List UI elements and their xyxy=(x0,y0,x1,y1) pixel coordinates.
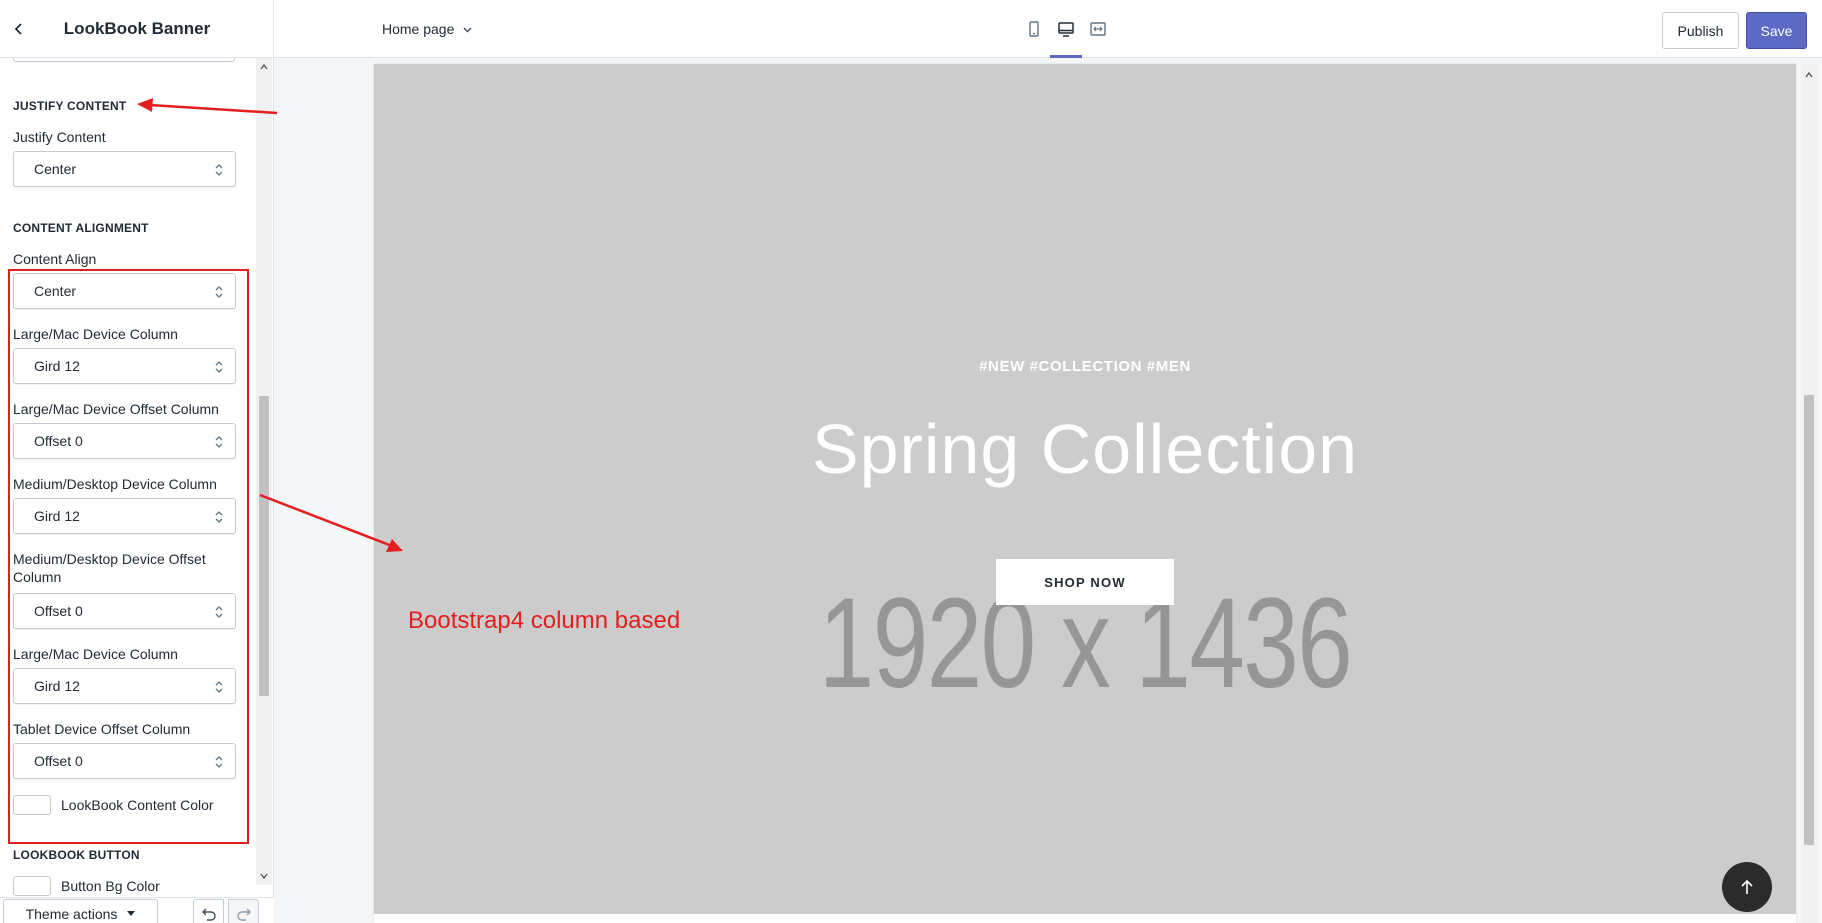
select-caret-icon xyxy=(215,286,223,298)
select-caret-icon xyxy=(215,511,223,523)
preview-frame: 1920 x 1436 #NEW #COLLECTION #MEN Spring… xyxy=(374,64,1796,923)
medium-column-value: Gird 12 xyxy=(34,508,80,524)
justify-content-select[interactable]: Center xyxy=(13,151,236,187)
undo-icon xyxy=(201,908,216,921)
caret-up-icon xyxy=(1805,71,1813,78)
shop-now-button[interactable]: SHOP NOW xyxy=(996,559,1174,605)
content-color-label: LookBook Content Color xyxy=(61,797,214,813)
button-bg-color-label: Button Bg Color xyxy=(61,878,160,894)
redo-icon xyxy=(236,908,251,921)
preview-scrollbar[interactable] xyxy=(1801,64,1817,923)
fullscreen-icon xyxy=(1090,22,1106,36)
content-color-row: LookBook Content Color xyxy=(13,795,214,815)
select-caret-icon xyxy=(215,436,223,448)
mobile-view-button[interactable] xyxy=(1018,0,1050,58)
previous-field-edge xyxy=(13,58,235,62)
justify-content-heading: JUSTIFY CONTENT xyxy=(13,99,127,113)
select-caret-icon xyxy=(215,606,223,618)
desktop-icon xyxy=(1058,22,1074,37)
theme-actions-label: Theme actions xyxy=(25,906,118,922)
sidebar-header: LookBook Banner xyxy=(0,0,274,58)
scroll-to-top-button[interactable] xyxy=(1722,862,1772,912)
lookbook-banner: 1920 x 1436 #NEW #COLLECTION #MEN Spring… xyxy=(374,64,1796,914)
button-bg-color-swatch[interactable] xyxy=(13,876,51,896)
chevron-left-icon xyxy=(14,23,22,35)
undo-button[interactable] xyxy=(193,899,224,923)
large-column-2-label: Large/Mac Device Column xyxy=(13,646,178,662)
theme-actions-button[interactable]: Theme actions xyxy=(3,899,158,923)
large-column-select[interactable]: Gird 12 xyxy=(13,348,236,384)
select-caret-icon xyxy=(215,756,223,768)
button-bg-color-row: Button Bg Color xyxy=(13,876,160,896)
viewport-toggles xyxy=(1018,0,1114,58)
desktop-view-button[interactable] xyxy=(1050,0,1082,58)
scroll-thumb[interactable] xyxy=(1804,395,1814,845)
justify-content-value: Center xyxy=(34,161,77,177)
large-offset-value: Offset 0 xyxy=(34,433,83,449)
medium-column-label: Medium/Desktop Device Column xyxy=(13,476,217,492)
scroll-down-arrow[interactable] xyxy=(256,869,272,883)
section-title: LookBook Banner xyxy=(63,19,211,38)
scroll-up-arrow[interactable] xyxy=(1801,68,1817,82)
publish-button[interactable]: Publish xyxy=(1662,12,1739,49)
medium-offset-label: Medium/Desktop Device Offset Column xyxy=(13,551,206,585)
large-column-2-value: Gird 12 xyxy=(34,678,80,694)
banner-title: Spring Collection xyxy=(811,410,1359,488)
caret-down-icon xyxy=(127,911,136,916)
medium-column-select[interactable]: Gird 12 xyxy=(13,498,236,534)
large-column-value: Gird 12 xyxy=(34,358,80,374)
medium-offset-value: Offset 0 xyxy=(34,603,83,619)
content-align-label: Content Align xyxy=(13,251,97,267)
large-offset-label: Large/Mac Device Offset Column xyxy=(13,401,219,417)
page-selector[interactable]: Home page xyxy=(382,18,473,40)
settings-sidebar[interactable]: JUSTIFY CONTENT Justify Content Center C… xyxy=(0,58,274,923)
justify-content-label: Justify Content xyxy=(13,129,106,145)
select-caret-icon xyxy=(215,681,223,693)
content-alignment-heading: CONTENT ALIGNMENT xyxy=(13,221,149,235)
mobile-icon xyxy=(1029,21,1039,37)
page-selector-label: Home page xyxy=(382,21,455,37)
content-align-value: Center xyxy=(34,283,77,299)
large-column-label: Large/Mac Device Column xyxy=(13,326,178,342)
medium-offset-select[interactable]: Offset 0 xyxy=(13,593,236,629)
arrow-up-icon xyxy=(1741,879,1753,894)
select-caret-icon xyxy=(215,164,223,176)
content-color-swatch[interactable] xyxy=(13,795,51,815)
annotation-text: Bootstrap4 column based xyxy=(408,607,681,634)
caret-down-icon xyxy=(260,873,268,880)
large-column-2-select[interactable]: Gird 12 xyxy=(13,668,236,704)
lookbook-button-heading: LOOKBOOK BUTTON xyxy=(13,848,140,862)
back-button[interactable] xyxy=(6,16,32,42)
scroll-thumb[interactable] xyxy=(259,396,269,696)
tablet-offset-label: Tablet Device Offset Column xyxy=(13,721,191,737)
content-align-select[interactable]: Center xyxy=(13,273,236,309)
scroll-up-arrow[interactable] xyxy=(256,60,272,74)
sidebar-scrollbar[interactable] xyxy=(256,58,272,885)
top-bar: LookBook Banner Home page Publish Save xyxy=(0,0,1822,58)
chevron-down-icon xyxy=(463,27,472,32)
tablet-offset-select[interactable]: Offset 0 xyxy=(13,743,236,779)
redo-button[interactable] xyxy=(228,899,259,923)
large-offset-select[interactable]: Offset 0 xyxy=(13,423,236,459)
save-button[interactable]: Save xyxy=(1746,12,1807,49)
fullwidth-view-button[interactable] xyxy=(1082,0,1114,58)
caret-up-icon xyxy=(260,63,268,70)
banner-tags: #NEW #COLLECTION #MEN xyxy=(979,358,1191,375)
select-caret-icon xyxy=(215,361,223,373)
tablet-offset-value: Offset 0 xyxy=(34,753,83,769)
